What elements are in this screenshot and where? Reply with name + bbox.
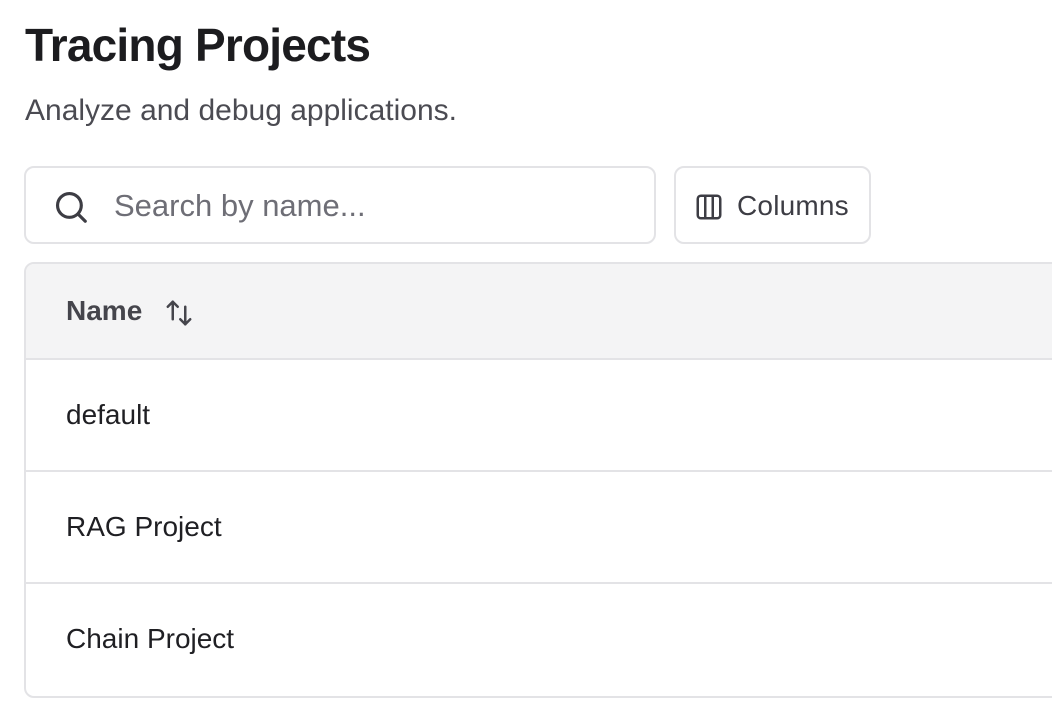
page-title: Tracing Projects: [25, 19, 371, 71]
search-box[interactable]: [24, 166, 656, 244]
search-input[interactable]: [114, 184, 634, 228]
columns-button-label: Columns: [737, 190, 849, 221]
columns-button[interactable]: Columns: [674, 166, 871, 244]
table-row[interactable]: default: [26, 360, 1052, 472]
project-name[interactable]: default: [66, 396, 150, 434]
table-header: Name: [26, 264, 1052, 360]
sort-icon[interactable]: [164, 298, 194, 328]
project-name[interactable]: RAG Project: [66, 508, 222, 546]
table-row[interactable]: Chain Project: [26, 584, 1052, 696]
page-subtitle: Analyze and debug applications.: [25, 94, 457, 127]
columns-icon: [696, 194, 722, 220]
project-name[interactable]: Chain Project: [66, 620, 234, 658]
table-row[interactable]: RAG Project: [26, 472, 1052, 584]
search-icon: [55, 191, 87, 223]
projects-table: Name default RAG Project Chain Project: [24, 262, 1052, 698]
column-header-name[interactable]: Name: [66, 292, 142, 330]
